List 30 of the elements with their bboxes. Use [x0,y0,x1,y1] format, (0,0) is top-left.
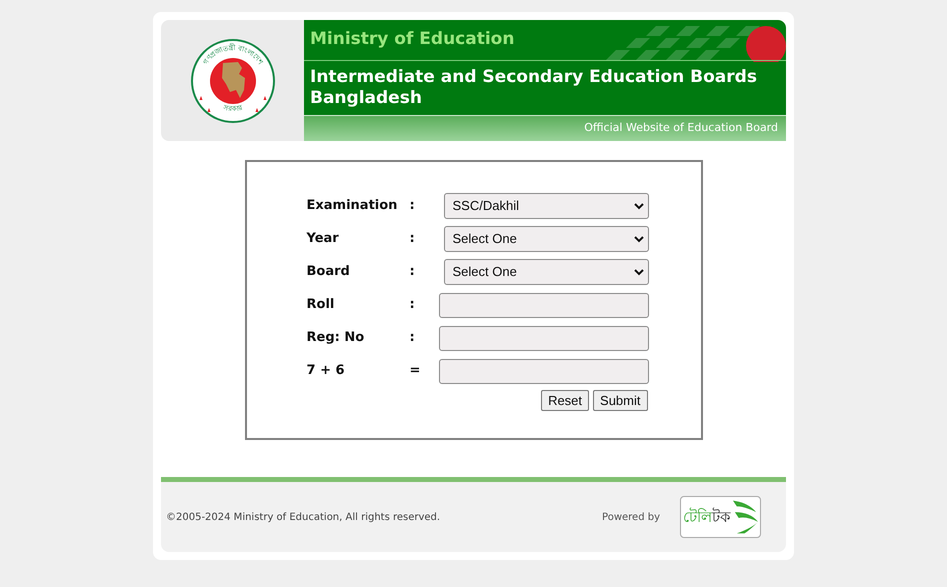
tagline: Official Website of Education Board [584,120,778,136]
separator-text: : [410,230,415,248]
separator-text: : [410,329,415,348]
leaf-icon [731,498,760,536]
powered-by-text: Powered by [602,510,660,524]
reset-button[interactable]: Reset [541,390,590,411]
field-label: Examination [306,197,398,216]
field-label: Board [306,263,351,282]
field-label: Roll [306,296,336,314]
input-field[interactable] [438,292,648,318]
field-label: Reg: No [306,329,366,348]
chevron-down-icon [634,202,644,210]
select-field[interactable]: Select One [444,226,648,252]
separator-text: = [410,362,420,380]
ministry-name: Ministry of Education [310,28,514,52]
select-field[interactable]: Select One [444,259,648,285]
site-title: Intermediate and Secondary Education Boards Bangladesh [310,67,758,109]
chevron-down-icon [634,268,644,276]
chevron-down-icon [634,236,644,242]
field-label: Year [306,230,340,248]
separator-text: : [410,197,415,216]
select-field[interactable]: SSC/Dakhil [444,193,648,219]
submit-button[interactable]: Submit [593,390,648,411]
partner-logo[interactable]: টেলিটক [680,496,761,538]
input-field[interactable] [438,358,648,384]
field-label: 7 + 6 [306,362,346,380]
separator-text: : [410,263,415,282]
separator-text: : [410,296,415,314]
input-field[interactable] [438,326,648,350]
copyright-text: ©2005-2024 Ministry of Education, All rights reserved. [166,510,440,524]
